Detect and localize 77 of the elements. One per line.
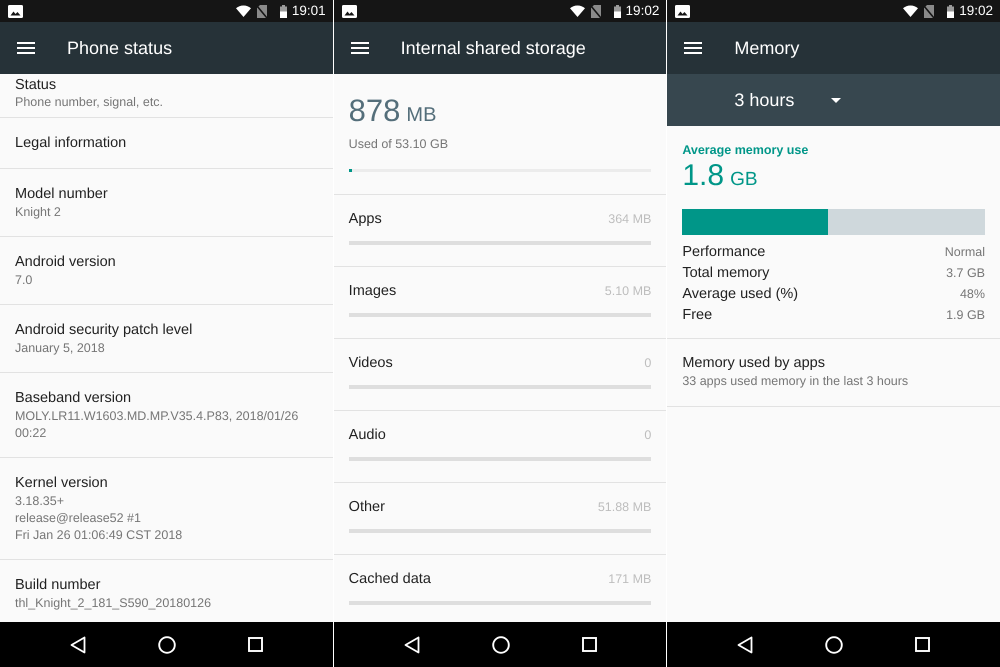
item-summary: Knight 2: [15, 204, 62, 221]
toolbar-title: Memory: [734, 36, 800, 60]
item-summary: release@release52 #1: [15, 510, 142, 527]
stat-label: Total memory: [682, 264, 770, 283]
item-summary: thl_Knight_2_181_S590_20180126: [15, 595, 212, 612]
item-title: Memory used by apps: [682, 354, 826, 373]
item-title: Model number: [15, 185, 109, 204]
item-title: Status: [15, 76, 58, 94]
category-size: 51.88 MB: [598, 499, 652, 516]
category-size: 0: [644, 355, 652, 372]
home-icon[interactable]: [825, 636, 844, 654]
item-summary: January 5, 2018: [15, 340, 106, 357]
stat-value: Normal: [944, 244, 986, 261]
image-icon: [675, 4, 690, 18]
back-icon[interactable]: [404, 636, 420, 654]
battery-icon: [614, 4, 621, 18]
recents-icon[interactable]: [582, 637, 596, 652]
stat-label: Average used (%): [682, 285, 798, 304]
item-title: Build number: [15, 576, 102, 595]
item-summary: Fri Jan 26 01:06:49 CST 2018: [15, 527, 184, 544]
category-label: Audio: [348, 426, 386, 445]
category-size: 0: [644, 427, 652, 444]
toolbar-title: Internal shared storage: [400, 36, 586, 60]
menu-icon[interactable]: [350, 42, 369, 54]
home-icon[interactable]: [492, 636, 510, 654]
image-icon: [342, 4, 357, 18]
wifi-icon: [903, 5, 918, 17]
item-title: Kernel version: [15, 474, 109, 493]
item-title: Android version: [15, 253, 117, 272]
item-title: Android security patch level: [15, 321, 194, 340]
stat-value: 48%: [960, 286, 986, 303]
stat-label: Performance: [682, 243, 766, 262]
no-sim-icon: [256, 4, 267, 18]
home-icon[interactable]: [158, 636, 176, 654]
used-amount: 878: [348, 92, 400, 130]
category-size: 364 MB: [608, 211, 652, 228]
used-unit: MB: [406, 103, 436, 128]
category-label: Apps: [348, 210, 382, 229]
average-unit: GB: [730, 168, 758, 192]
wifi-icon: [236, 5, 251, 17]
item-summary: MOLY.LR11.W1603.MD.MP.V35.4.P83, 2018/01/26 00:22: [15, 408, 300, 442]
used-caption: Used of 53.10 GB: [348, 136, 450, 153]
average-amount: 1.8: [682, 158, 724, 194]
caret-icon: [831, 98, 842, 102]
category-label: Cached data: [348, 570, 431, 589]
recents-icon[interactable]: [248, 637, 263, 652]
battery-icon: [280, 4, 287, 18]
battery-icon: [947, 4, 954, 18]
item-title: Baseband version: [15, 389, 132, 408]
status-time: 19:02: [626, 4, 660, 18]
status-time: 19:02: [959, 4, 994, 18]
menu-icon[interactable]: [17, 42, 35, 54]
image-icon: [8, 4, 23, 18]
no-sim-icon: [590, 4, 601, 18]
item-title: Legal information: [15, 134, 128, 153]
item-summary: 33 apps used memory in the last 3 hours: [682, 373, 910, 390]
category-size: 5.10 MB: [604, 283, 652, 300]
stat-label: Free: [682, 306, 712, 325]
recents-icon[interactable]: [915, 637, 930, 652]
category-label: Images: [348, 282, 396, 301]
category-label: Videos: [348, 354, 393, 373]
category-size: 171 MB: [608, 571, 652, 588]
toolbar-title: Phone status: [67, 36, 172, 60]
back-icon[interactable]: [737, 636, 754, 654]
wifi-icon: [570, 5, 585, 17]
stat-value: 1.9 GB: [946, 307, 986, 324]
item-summary: 3.18.35+: [15, 493, 66, 510]
no-sim-icon: [924, 4, 934, 18]
item-summary: Phone number, signal, etc.: [15, 94, 164, 111]
period-dropdown[interactable]: 3 hours: [667, 74, 1000, 126]
status-time: 19:01: [292, 4, 326, 18]
average-label: Average memory use: [682, 142, 810, 158]
stat-value: 3.7 GB: [946, 265, 986, 282]
item-summary: 7.0: [15, 272, 34, 289]
back-icon[interactable]: [70, 636, 86, 654]
menu-icon[interactable]: [684, 42, 702, 54]
category-label: Other: [348, 498, 385, 517]
